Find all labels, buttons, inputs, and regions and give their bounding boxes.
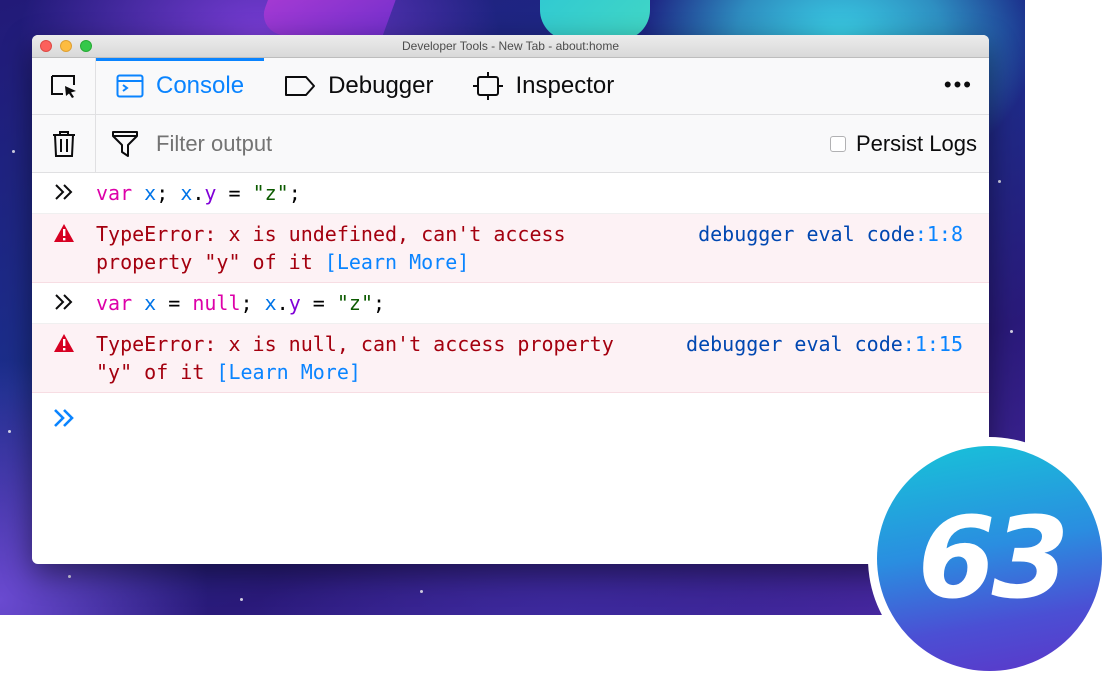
tab-label: Debugger (328, 72, 434, 99)
version-number: 63 (917, 493, 1070, 624)
input-prompt-icon (32, 179, 96, 202)
tab-label: Console (156, 72, 245, 99)
toolbox-tabbar: Console Debugger Inspector ••• (32, 58, 989, 115)
window-controls (40, 40, 92, 52)
console-error-row: TypeError: x is undefined, can't access … (32, 214, 989, 283)
tab-label: Inspector (515, 72, 615, 99)
persist-logs-label: Persist Logs (855, 131, 977, 156)
star (68, 575, 71, 578)
version-badge-circle: 63 (877, 446, 1102, 671)
input-prompt-icon (32, 289, 96, 312)
version-badge: 63 (868, 437, 1111, 680)
console-prompt[interactable] (32, 393, 989, 443)
error-icon (32, 330, 96, 353)
element-picker-icon (50, 75, 76, 98)
title-bar: Developer Tools - New Tab - about:home (32, 35, 989, 58)
element-picker-button[interactable] (32, 58, 96, 114)
filter-output-input[interactable] (154, 129, 608, 158)
input-code: var x = null; x.y = "z"; (96, 291, 386, 315)
error-icon (32, 220, 96, 243)
console-error-row: TypeError: x is null, can't access prope… (32, 324, 989, 393)
error-message: TypeError: x is null, can't access prope… (96, 332, 614, 384)
inspector-icon (473, 72, 504, 100)
error-location-link[interactable]: debugger eval code:1:15 (686, 330, 963, 358)
debugger-icon (285, 76, 316, 96)
minimize-button[interactable] (60, 40, 72, 52)
console-icon (116, 74, 144, 98)
console-toolbar: Persist Logs (32, 115, 989, 173)
tab-console[interactable]: Console (96, 58, 265, 114)
filter-button[interactable] (96, 130, 154, 158)
error-message: TypeError: x is undefined, can't access … (96, 222, 566, 274)
more-menu-button[interactable]: ••• (944, 72, 973, 98)
trash-icon (52, 130, 75, 157)
star (12, 150, 15, 153)
error-location-link[interactable]: debugger eval code:1:8 (698, 220, 963, 248)
input-code: var x; x.y = "z"; (96, 181, 301, 205)
star (420, 590, 423, 593)
persist-logs-toggle[interactable]: Persist Logs (829, 131, 977, 157)
star (998, 180, 1001, 183)
star (1010, 330, 1013, 333)
console-prompt-icon (32, 407, 96, 429)
clear-console-button[interactable] (32, 115, 96, 172)
window-title: Developer Tools - New Tab - about:home (401, 39, 619, 53)
tab-debugger[interactable]: Debugger (264, 58, 453, 114)
persist-logs-checkbox[interactable] (829, 136, 846, 152)
console-input-row: var x = null; x.y = "z"; (32, 283, 989, 324)
filter-icon (112, 130, 138, 157)
learn-more-link[interactable]: [Learn More] (325, 250, 470, 274)
devtools-window: Developer Tools - New Tab - about:home C… (32, 35, 989, 564)
close-button[interactable] (40, 40, 52, 52)
star (8, 430, 11, 433)
tab-inspector[interactable]: Inspector (453, 58, 634, 114)
console-input-row: var x; x.y = "z"; (32, 173, 989, 214)
wallpaper-shape (540, 0, 650, 40)
zoom-button[interactable] (80, 40, 92, 52)
learn-more-link[interactable]: [Learn More] (216, 360, 361, 384)
star (240, 598, 243, 601)
console-output: var x; x.y = "z"; TypeError: x is undefi… (32, 173, 989, 443)
